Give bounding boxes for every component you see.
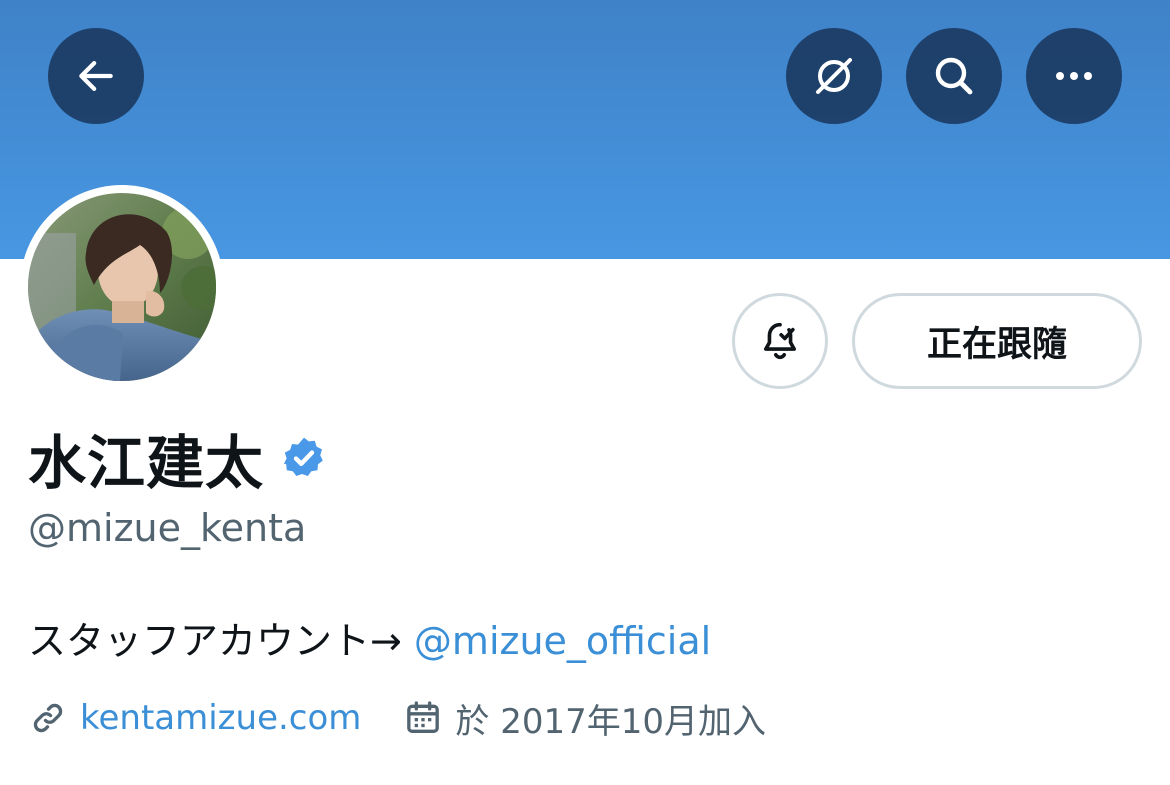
search-icon (935, 57, 973, 95)
name-row: 水江建太 (28, 418, 328, 498)
calendar-icon (407, 701, 440, 733)
following-button[interactable]: 正在跟隨 (852, 293, 1142, 389)
link-icon (33, 703, 63, 733)
display-name: 水江建太 (28, 429, 265, 497)
avatar[interactable] (28, 193, 216, 381)
bell-check-icon (763, 322, 797, 360)
back-button[interactable] (48, 28, 144, 124)
bio-text: スタッフアカウント→ (28, 619, 414, 663)
ellipsis-icon (1056, 72, 1092, 80)
profile-meta: kentamizue.com 於 2017年10月加入 (28, 692, 766, 744)
user-handle: @mizue_kenta (28, 506, 307, 550)
website-link[interactable]: kentamizue.com (80, 698, 361, 738)
topics-button[interactable] (786, 28, 882, 124)
joined-item: 於 2017年10月加入 (403, 694, 766, 743)
search-button[interactable] (906, 28, 1002, 124)
avatar-ring (20, 185, 224, 389)
joined-date: 於 2017年10月加入 (455, 701, 767, 742)
website-item: kentamizue.com (28, 698, 361, 738)
arrow-left-icon (79, 61, 113, 91)
profile-bio: スタッフアカウント→ @mizue_official (28, 610, 711, 665)
avatar-photo (28, 193, 216, 381)
circle-slash-icon (816, 58, 852, 94)
more-button[interactable] (1026, 28, 1122, 124)
bio-mention-link[interactable]: @mizue_official (414, 619, 711, 663)
notifications-button[interactable] (732, 293, 828, 389)
verified-badge-icon[interactable] (280, 434, 328, 482)
